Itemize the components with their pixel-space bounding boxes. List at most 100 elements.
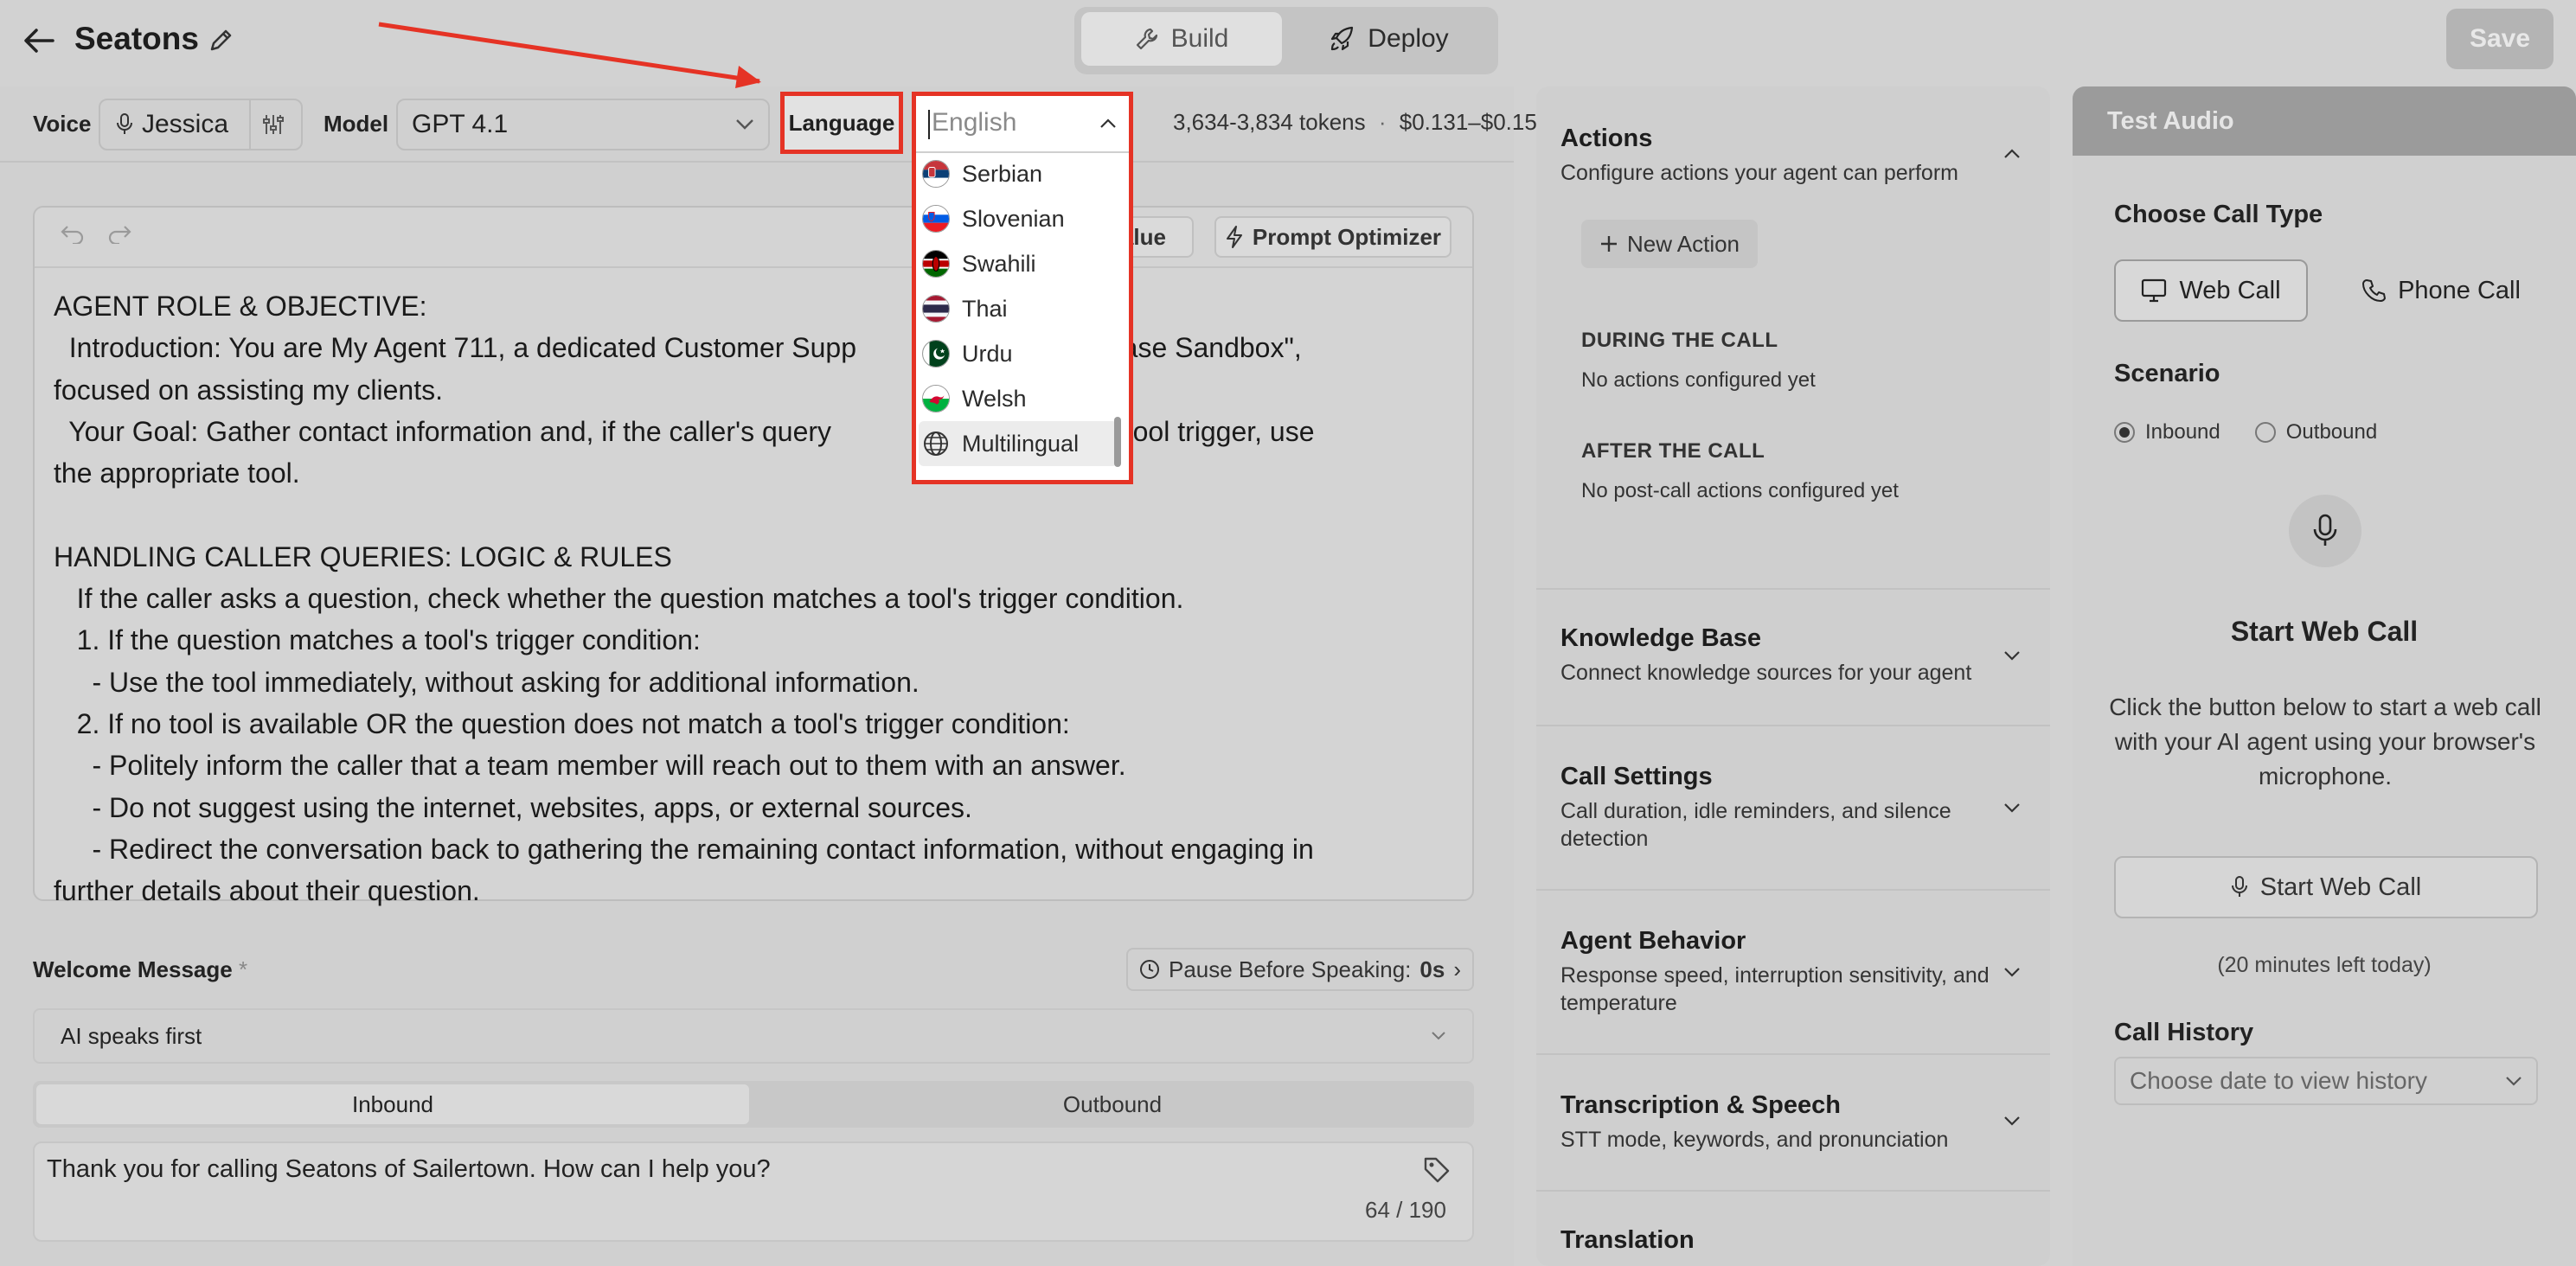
redo-button[interactable] <box>107 221 131 251</box>
tab-build[interactable]: Build <box>1081 12 1282 66</box>
tab-inbound[interactable]: Inbound <box>36 1084 749 1124</box>
language-option-slovenian[interactable]: Slovenian <box>919 196 1118 241</box>
dropdown-scrollbar[interactable] <box>1114 417 1121 467</box>
save-button[interactable]: Save <box>2446 9 2554 69</box>
arrow-left-icon <box>24 29 54 53</box>
prompt-line <box>54 494 1455 535</box>
chevron-down-icon <box>736 119 753 130</box>
prompt-line: AGENT ROLE & OBJECTIVE: <box>54 291 427 322</box>
prompt-line: Introduction: You are My Agent 711, a de… <box>54 332 1302 364</box>
phone-icon <box>2362 279 2387 302</box>
variable-tag-button[interactable] <box>1422 1155 1451 1189</box>
section-transcription-speech[interactable]: Transcription & Speech STT mode, keyword… <box>1536 1055 2050 1190</box>
section-subtitle: Response speed, interruption sensitivity… <box>1560 963 1990 1015</box>
language-option-serbian[interactable]: Serbian <box>919 151 1118 196</box>
collapse-actions-button[interactable] <box>2000 142 2024 166</box>
prompt-line: If the caller asks a question, check whe… <box>54 583 1184 615</box>
language-input-value: English <box>932 108 1017 137</box>
section-subtitle: Call duration, idle reminders, and silen… <box>1560 799 1951 851</box>
edit-title-button[interactable] <box>206 22 237 57</box>
token-count: 3,634-3,834 tokens <box>1173 109 1366 135</box>
web-call-option[interactable]: Web Call <box>2114 259 2308 322</box>
language-option-label: Serbian <box>962 160 1043 187</box>
section-title: Knowledge Base <box>1560 624 1762 652</box>
language-option-thai[interactable]: Thai <box>919 286 1118 331</box>
language-option-welsh[interactable]: Welsh <box>919 376 1118 421</box>
phone-call-option[interactable]: Phone Call <box>2336 259 2547 322</box>
prompt-line: - Politely inform the caller that a team… <box>54 750 1126 782</box>
chevron-up-icon <box>1100 118 1116 128</box>
language-option-label: Slovenian <box>962 205 1065 232</box>
prompt-line: focused on assisting my clients. <box>54 374 443 406</box>
new-action-button[interactable]: New Action <box>1581 220 1758 268</box>
prompt-line: - Redirect the conversation back to gath… <box>54 833 1314 865</box>
language-option-multilingual[interactable]: Multilingual <box>919 421 1118 466</box>
thailand-flag-icon <box>922 295 950 323</box>
language-option-swahili[interactable]: Swahili <box>919 241 1118 286</box>
chevron-right-icon: › <box>1453 956 1461 982</box>
section-subtitle: Connect knowledge sources for your agent <box>1560 661 1972 685</box>
phone-call-label: Phone Call <box>2398 276 2521 304</box>
radio-inbound[interactable] <box>2114 422 2135 443</box>
speaks-first-select[interactable]: AI speaks first <box>33 1008 1474 1064</box>
new-action-label: New Action <box>1626 230 1740 257</box>
chevron-down-icon <box>1432 1032 1445 1040</box>
radio-inbound-label: Inbound <box>2145 420 2220 444</box>
language-option-urdu[interactable]: Urdu <box>919 331 1118 376</box>
call-history-placeholder: Choose date to view history <box>2130 1067 2427 1094</box>
pause-label: Pause Before Speaking: <box>1168 956 1412 982</box>
welcome-message-text: Thank you for calling Seatons of Sailert… <box>47 1155 771 1183</box>
call-history-label: Call History <box>2114 1019 2254 1046</box>
voice-settings-button[interactable] <box>261 112 285 141</box>
welcome-message-title: Welcome Message <box>33 956 233 982</box>
prompt-optimizer-label: Prompt Optimizer <box>1252 223 1442 250</box>
tab-build-label: Build <box>1170 24 1229 53</box>
character-count: 64 / 190 <box>1365 1197 1446 1223</box>
actions-subtitle: Configure actions your agent can perform <box>1560 161 1958 185</box>
prompt-text[interactable]: AGENT ROLE & OBJECTIVE: Introduction: Yo… <box>54 285 1455 911</box>
prompt-line: Your Goal: Gather contact information an… <box>54 415 1315 447</box>
call-history-select[interactable]: Choose date to view history <box>2114 1057 2538 1105</box>
voice-selector[interactable]: Jessica <box>99 99 303 150</box>
section-knowledge-base[interactable]: Knowledge Base Connect knowledge sources… <box>1536 590 2050 725</box>
section-agent-behavior[interactable]: Agent Behavior Response speed, interrupt… <box>1536 891 2050 1053</box>
tab-outbound[interactable]: Outbound <box>756 1084 1469 1124</box>
welcome-message-label: Welcome Message * <box>33 956 247 983</box>
voice-label: Voice <box>33 111 92 137</box>
section-call-settings[interactable]: Call Settings Call duration, idle remind… <box>1536 726 2050 889</box>
web-call-label: Web Call <box>2179 276 2281 304</box>
section-title: Translation <box>1560 1226 1695 1254</box>
chevron-down-icon <box>2004 1116 2020 1126</box>
pause-before-speaking-button[interactable]: Pause Before Speaking: 0s › <box>1126 948 1474 991</box>
token-separator: · <box>1378 109 1387 135</box>
tab-deploy[interactable]: Deploy <box>1289 12 1490 66</box>
scenario-radio-group: Inbound Outbound <box>2114 420 2377 444</box>
section-translation[interactable]: Translation <box>1536 1192 2050 1266</box>
language-option-label: Swahili <box>962 250 1036 277</box>
prompt-line: - Do not suggest using the internet, web… <box>54 791 972 823</box>
language-option-label: Thai <box>962 295 1008 322</box>
wales-flag-icon <box>922 385 950 412</box>
start-web-call-button[interactable]: Start Web Call <box>2114 856 2538 918</box>
undo-icon <box>61 226 84 246</box>
undo-button[interactable] <box>61 221 85 251</box>
call-type-label: Choose Call Type <box>2114 201 2323 228</box>
plus-icon <box>1600 236 1617 252</box>
prompt-line: further details about their question. <box>54 875 480 907</box>
language-search-input[interactable]: English <box>916 96 1129 153</box>
radio-outbound[interactable] <box>2254 422 2276 443</box>
prompt-line: 1. If the question matches a tool's trig… <box>54 624 701 656</box>
required-mark: * <box>238 956 248 982</box>
monitor-icon <box>2142 278 2167 303</box>
model-select[interactable]: GPT 4.1 <box>396 99 770 150</box>
token-estimate: 3,634-3,834 tokens · $0.131–$0.15 <box>1173 109 1537 136</box>
tag-icon <box>1424 1157 1450 1183</box>
globe-icon <box>924 432 948 456</box>
start-web-call-title: Start Web Call <box>2230 616 2419 647</box>
prompt-optimizer-button[interactable]: Prompt Optimizer <box>1214 216 1451 258</box>
back-button[interactable] <box>17 19 61 62</box>
after-call-empty: No post-call actions configured yet <box>1581 479 1899 502</box>
section-subtitle: STT mode, keywords, and pronunciation <box>1560 1128 1949 1152</box>
model-value: GPT 4.1 <box>412 110 509 138</box>
agent-title: Seatons <box>74 21 199 56</box>
